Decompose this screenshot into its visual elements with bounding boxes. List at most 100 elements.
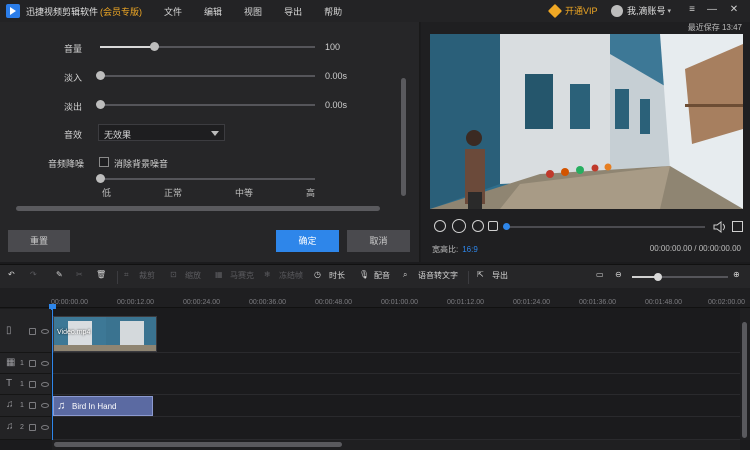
menu-help[interactable]: 帮助 (324, 5, 342, 18)
lock-icon[interactable] (29, 402, 36, 409)
toolbar-divider (117, 271, 118, 284)
eye-icon[interactable] (41, 361, 49, 366)
split-icon[interactable]: ✂ (76, 270, 83, 279)
timeline-horizontal-scrollbar[interactable] (52, 440, 740, 450)
track-lane-overlay[interactable] (52, 353, 740, 374)
zoom-tool[interactable]: ⊡ 缩放 (170, 270, 201, 281)
zoom-in-icon[interactable]: ⊕ (733, 270, 740, 279)
fade-out-label: 淡出 (64, 102, 83, 112)
playback-progress-bar[interactable] (505, 226, 705, 228)
duration-tool[interactable]: ◷ 时长 (314, 270, 345, 281)
crop-label: 裁剪 (139, 271, 155, 280)
denoise-checkbox[interactable] (99, 157, 109, 167)
account-button[interactable]: 我,滴账号 ▾ (611, 4, 671, 17)
video-clip[interactable]: Video.mp4 (53, 316, 157, 352)
ruler-tick-label: 00:00:12.00 (117, 299, 154, 306)
aspect-ratio-value[interactable]: 16:9 (462, 245, 478, 254)
aspect-ratio-label: 宽高比: (432, 245, 459, 254)
aspect-ratio[interactable]: 宽高比: 16:9 (432, 244, 478, 255)
playhead-line[interactable] (52, 308, 53, 444)
effect-dropdown[interactable]: 无效果 (98, 124, 225, 141)
menu-edit[interactable]: 编辑 (204, 5, 222, 18)
fit-timeline-icon[interactable]: ▭ (596, 270, 604, 279)
denoise-level-low: 低 (102, 188, 112, 198)
dubbing-tool[interactable]: 🎙 配音 (359, 270, 390, 281)
eye-icon[interactable] (41, 329, 49, 334)
lock-icon[interactable] (29, 381, 36, 388)
lock-icon[interactable] (29, 424, 36, 431)
preview-panel: 最近保存 13:47 宽高比: 16:9 00:00:00.00 / 00:00… (421, 22, 750, 262)
duration-label: 时长 (329, 271, 345, 280)
stop-icon[interactable] (488, 221, 498, 231)
audio-clip[interactable]: ♫ Bird In Hand (53, 396, 153, 416)
fade-out-slider[interactable] (100, 104, 315, 106)
ruler-tick-label: 00:00:48.00 (315, 299, 352, 306)
eye-icon[interactable] (41, 403, 49, 408)
volume-icon[interactable] (713, 221, 727, 233)
lock-icon[interactable] (29, 360, 36, 367)
denoise-level-slider[interactable] (100, 178, 315, 180)
redo-icon[interactable]: ↷ (30, 270, 37, 279)
properties-vertical-scrollbar[interactable] (399, 28, 407, 214)
speech-to-text-tool[interactable]: ⌕ 语音转文字 (403, 270, 458, 281)
track-header-music-2: ♫ 2 (0, 417, 51, 440)
volume-slider-knob[interactable] (149, 42, 159, 51)
fade-in-value: 0.00s (325, 71, 348, 81)
minimize-icon[interactable]: — (706, 4, 718, 16)
edit-icon[interactable]: ✎ (56, 270, 63, 279)
scrollbar-thumb[interactable] (401, 78, 406, 196)
text-track-icon: T (6, 378, 13, 389)
chevron-down-icon (211, 131, 219, 136)
menu-file[interactable]: 文件 (164, 5, 182, 18)
properties-horizontal-scrollbar[interactable] (6, 205, 406, 213)
fade-in-slider-knob[interactable] (96, 71, 105, 80)
cancel-button[interactable]: 取消 (347, 230, 410, 252)
freeze-frame-tool[interactable]: ❄ 冻结帧 (264, 270, 303, 281)
reset-button[interactable]: 重置 (8, 230, 70, 252)
confirm-button[interactable]: 确定 (276, 230, 339, 252)
mosaic-tool[interactable]: ▦ 马赛克 (215, 270, 254, 281)
freeze-frame-icon: ❄ (264, 270, 271, 279)
play-icon[interactable] (452, 219, 466, 233)
timeline-zoom-knob[interactable] (653, 273, 662, 281)
eye-icon[interactable] (41, 425, 49, 430)
ruler-tick-label: 00:01:12.00 (447, 299, 484, 306)
video-preview[interactable] (430, 34, 743, 209)
next-frame-icon[interactable] (472, 220, 484, 232)
audio-clip-label: Bird In Hand (72, 402, 117, 411)
track-lane-music[interactable] (52, 395, 740, 417)
hamburger-menu-icon[interactable]: ≡ (686, 4, 698, 16)
playback-progress-knob[interactable] (503, 223, 510, 230)
music-track-icon: ♫ (6, 399, 14, 410)
zoom-icon: ⊡ (170, 270, 177, 279)
scrollbar-thumb[interactable] (742, 322, 747, 438)
previous-frame-icon[interactable] (434, 220, 446, 232)
crop-tool[interactable]: ⌗ 裁剪 (124, 270, 155, 281)
fullscreen-icon[interactable] (732, 221, 743, 232)
scrollbar-thumb[interactable] (16, 206, 380, 211)
menu-view[interactable]: 视图 (244, 5, 262, 18)
export-label: 导出 (492, 271, 508, 280)
export-tool[interactable]: ⇱ 导出 (477, 270, 508, 281)
fade-in-slider[interactable] (100, 75, 315, 77)
zoom-out-icon[interactable]: ⊖ (615, 270, 622, 279)
fade-out-slider-knob[interactable] (96, 100, 105, 109)
delete-icon[interactable]: 🗑 (96, 270, 106, 279)
app-title: 迅捷视频剪辑软件 (26, 6, 99, 17)
undo-icon[interactable]: ↶ (8, 270, 15, 279)
track-number: 1 (20, 381, 24, 388)
menu-export[interactable]: 导出 (284, 5, 302, 18)
timeline-vertical-scrollbar[interactable] (740, 308, 750, 440)
lock-icon[interactable] (29, 328, 36, 335)
denoise-level-knob[interactable] (96, 174, 105, 183)
close-icon[interactable]: ✕ (728, 4, 740, 16)
playback-controls (421, 217, 750, 237)
eye-icon[interactable] (41, 382, 49, 387)
scrollbar-thumb[interactable] (54, 442, 342, 447)
vip-button[interactable]: 开通VIP (547, 3, 598, 18)
denoise-checkbox-label[interactable]: 消除背景噪音 (114, 157, 168, 170)
track-lane-text[interactable] (52, 374, 740, 395)
track-lane-music-2[interactable] (52, 417, 740, 440)
timeline-ruler[interactable]: 00:00:00.00 00:00:12.00 00:00:24.00 00:0… (0, 288, 750, 310)
denoise-level-high: 高 (306, 188, 316, 198)
